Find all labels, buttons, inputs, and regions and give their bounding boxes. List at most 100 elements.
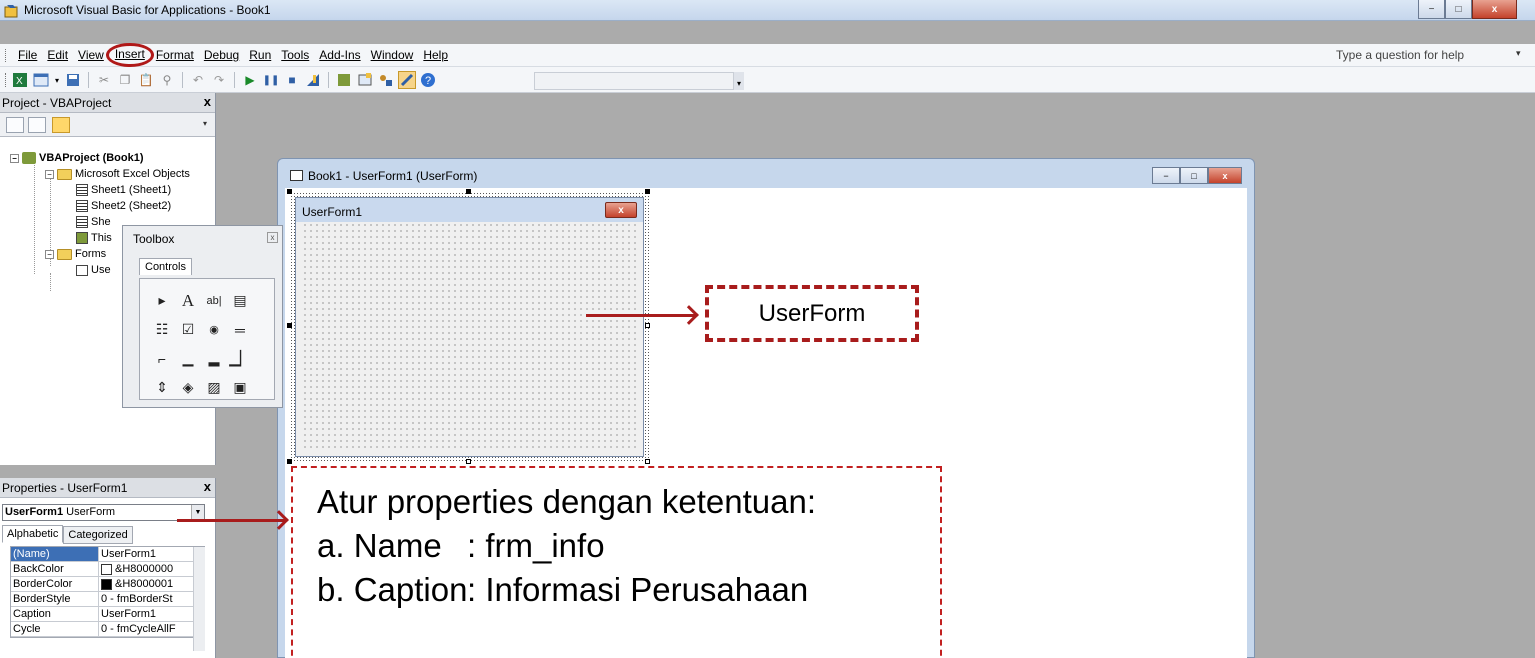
spinbutton-icon[interactable]: ◈ <box>175 373 201 402</box>
view-object-icon[interactable] <box>28 117 46 133</box>
menu-file[interactable]: File <box>13 48 42 67</box>
view-code-icon[interactable] <box>6 117 24 133</box>
properties-close-icon[interactable]: x <box>204 479 211 494</box>
tree-node-forms[interactable]: − Forms <box>45 248 106 260</box>
designer-close-button[interactable]: x <box>1208 167 1242 184</box>
property-row-bordercolor[interactable]: BorderColor &H8000001 <box>11 577 204 592</box>
find-icon[interactable]: ⚲ <box>158 71 176 89</box>
menu-edit[interactable]: Edit <box>42 48 73 67</box>
tree-node-thisworkbook[interactable]: This <box>76 232 112 244</box>
multipage-icon[interactable]: ▁▏ <box>227 344 253 373</box>
menu-format[interactable]: Format <box>151 48 199 67</box>
panel-options-icon[interactable]: ▾ <box>203 119 212 135</box>
cut-icon[interactable]: ✂ <box>95 71 113 89</box>
scrollbar-icon[interactable]: ⇕ <box>149 373 175 402</box>
tree-node-vbaproject[interactable]: − VBAProject (Book1) <box>10 152 144 164</box>
menu-add-ins[interactable]: Add-Ins <box>314 48 365 67</box>
redo-icon[interactable]: ↷ <box>210 71 228 89</box>
collapse-icon[interactable]: − <box>10 153 19 163</box>
optionbutton-icon[interactable]: ◉ <box>201 315 227 344</box>
property-row-cycle[interactable]: Cycle 0 - fmCycleAllF <box>11 622 204 637</box>
commandbutton-icon[interactable]: ▁ <box>175 344 201 373</box>
property-row-borderstyle[interactable]: BorderStyle 0 - fmBorderSt <box>11 592 204 607</box>
reset-icon[interactable]: ■ <box>283 71 301 89</box>
togglebutton-icon[interactable]: ═ <box>227 315 253 344</box>
break-icon[interactable]: ❚❚ <box>262 71 280 89</box>
toolbox-close-icon[interactable]: x <box>267 232 278 243</box>
project-close-icon[interactable]: x <box>204 94 211 109</box>
copy-icon[interactable]: ❐ <box>116 71 134 89</box>
menu-view[interactable]: View <box>73 48 109 67</box>
resize-handle[interactable] <box>645 459 650 464</box>
refedit-icon[interactable]: ▣ <box>227 373 253 402</box>
textbox-icon[interactable]: ab| <box>201 286 227 315</box>
designer-minimize-button[interactable]: − <box>1152 167 1180 184</box>
tree-node-sheet3[interactable]: She <box>76 216 111 228</box>
resize-handle[interactable] <box>287 323 292 328</box>
resize-handle[interactable] <box>287 189 292 194</box>
property-row-name[interactable]: (Name) UserForm1 <box>11 547 204 562</box>
menu-grip[interactable] <box>5 49 8 62</box>
resize-handle[interactable] <box>466 459 471 464</box>
select-objects-icon[interactable]: ▸ <box>149 286 175 315</box>
label-icon[interactable]: A <box>175 286 201 315</box>
undo-icon[interactable]: ↶ <box>189 71 207 89</box>
combobox-icon[interactable]: ▤ <box>227 286 253 315</box>
menu-run[interactable]: Run <box>244 48 276 67</box>
resize-handle[interactable] <box>645 323 650 328</box>
help-search-input[interactable]: Type a question for help <box>1336 48 1464 62</box>
tab-alphabetic[interactable]: Alphabetic <box>2 525 64 543</box>
object-browser-icon[interactable] <box>377 71 395 89</box>
project-explorer-icon[interactable] <box>335 71 353 89</box>
resize-handle[interactable] <box>287 459 292 464</box>
collapse-icon[interactable]: − <box>45 249 54 259</box>
checkbox-icon[interactable]: ☑ <box>175 315 201 344</box>
property-row-backcolor[interactable]: BackColor &H8000000 <box>11 562 204 577</box>
help-icon[interactable]: ? <box>419 71 437 89</box>
image-icon[interactable]: ▨ <box>201 373 227 402</box>
tree-node-excel-objects[interactable]: − Microsoft Excel Objects <box>45 168 190 180</box>
tab-controls[interactable]: Controls <box>139 258 192 275</box>
toolbar-options-icon[interactable]: ▾ <box>734 72 744 90</box>
object-selector[interactable]: UserForm1 UserForm ▼ <box>2 504 205 521</box>
maximize-button[interactable]: □ <box>1445 0 1472 19</box>
userform-caption: UserForm1 <box>302 205 363 219</box>
run-icon[interactable]: ▶ <box>241 71 259 89</box>
properties-scrollbar[interactable] <box>193 547 205 651</box>
toolbox-icon[interactable] <box>398 71 416 89</box>
collapse-icon[interactable]: − <box>45 169 54 179</box>
designer-maximize-button[interactable]: □ <box>1180 167 1208 184</box>
frame-icon[interactable]: ⌐ <box>149 344 175 373</box>
paste-icon[interactable]: 📋 <box>137 71 155 89</box>
design-mode-icon[interactable] <box>304 71 322 89</box>
resize-handle[interactable] <box>466 189 471 194</box>
tree-node-sheet1[interactable]: Sheet1 (Sheet1) <box>76 184 171 196</box>
userform-grid[interactable] <box>302 222 637 452</box>
menu-insert[interactable]: Insert <box>105 43 154 67</box>
close-button[interactable]: x <box>1472 0 1517 19</box>
tab-categorized[interactable]: Categorized <box>63 526 133 544</box>
excel-icon[interactable]: X <box>11 71 29 89</box>
insert-userform-icon[interactable] <box>32 71 50 89</box>
listbox-icon[interactable]: ☷ <box>149 315 175 344</box>
help-dropdown-icon[interactable]: ▾ <box>1516 48 1521 59</box>
save-icon[interactable] <box>64 71 82 89</box>
userform-close-icon[interactable]: x <box>605 202 637 218</box>
tabstrip-icon[interactable]: ▂ <box>201 344 227 373</box>
dropdown-icon[interactable]: ▾ <box>53 71 61 89</box>
menu-debug[interactable]: Debug <box>199 48 244 67</box>
resize-handle[interactable] <box>645 189 650 194</box>
toolbar-grip[interactable] <box>5 73 8 87</box>
toggle-folders-icon[interactable] <box>52 117 70 133</box>
menu-tools[interactable]: Tools <box>276 48 314 67</box>
userform[interactable]: UserForm1 x <box>295 197 644 457</box>
menu-window[interactable]: Window <box>366 48 419 67</box>
designer-window-title: Book1 - UserForm1 (UserForm) <box>308 169 478 183</box>
menu-help[interactable]: Help <box>418 48 453 67</box>
minimize-button[interactable]: − <box>1418 0 1445 19</box>
tree-node-sheet2[interactable]: Sheet2 (Sheet2) <box>76 200 171 212</box>
properties-icon[interactable] <box>356 71 374 89</box>
tree-node-userform1[interactable]: Use <box>76 264 111 276</box>
chevron-down-icon[interactable]: ▼ <box>191 505 204 520</box>
property-row-caption[interactable]: Caption UserForm1 <box>11 607 204 622</box>
